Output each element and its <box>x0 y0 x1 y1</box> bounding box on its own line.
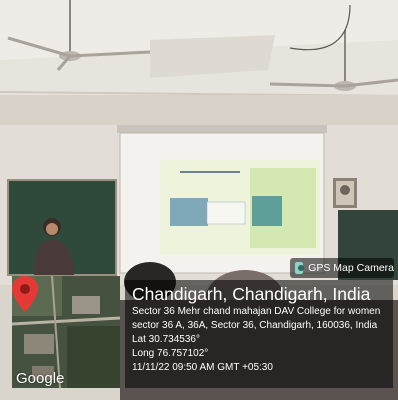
wall-band <box>0 95 398 125</box>
app-badge-label: GPS Map Camera <box>308 262 394 274</box>
map-provider-logo: Google <box>16 370 65 387</box>
app-badge: GPS Map Camera <box>290 258 394 278</box>
location-latitude: Lat 30.734536° <box>132 334 200 345</box>
location-pin-icon <box>12 276 38 312</box>
location-address: sector 36 A, 36A, Sector 36, Chandigarh,… <box>132 320 378 331</box>
slide-box-right <box>252 196 282 226</box>
location-title: Chandigarh, Chandigarh, India <box>132 284 371 304</box>
location-datetime: 11/11/22 09:50 AM GMT +05:30 <box>132 362 273 373</box>
slide-box-left <box>170 198 208 226</box>
slide-box-middle <box>206 201 246 225</box>
location-place: Sector 36 Mehr chand mahajan DAV College… <box>132 306 381 317</box>
location-longitude: Long 76.757102° <box>132 348 209 359</box>
portrait-face <box>340 185 350 195</box>
camera-map-icon <box>295 262 305 274</box>
screen-housing <box>117 125 327 133</box>
classroom-photo: Google GPS Map Camera Chandigarh, Chandi… <box>0 0 398 400</box>
